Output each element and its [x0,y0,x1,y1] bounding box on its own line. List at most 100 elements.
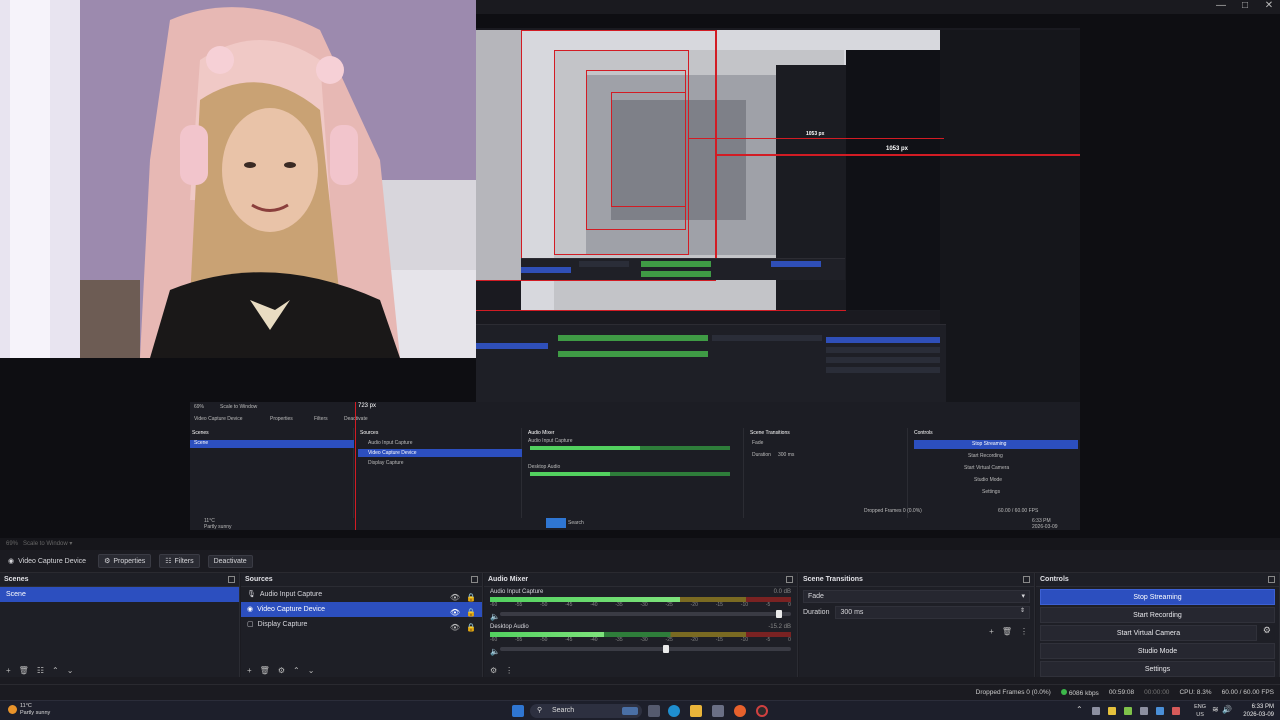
clock-date: 2026-03-09 [1243,712,1274,718]
eye-icon[interactable]: 👁 [450,620,460,635]
add-icon[interactable]: + [989,627,994,636]
tray-app-icon[interactable] [1156,707,1164,715]
mini-status: Dropped Frames 0 (0.0%) [864,508,922,514]
deactivate-label: Deactivate [213,557,247,565]
speaker-icon[interactable]: 🔊 [1222,705,1232,714]
taskbar-search[interactable]: ⚲ Search [530,704,642,718]
settings-button[interactable]: Settings [1040,661,1275,677]
task-view-icon[interactable] [648,705,660,717]
source-item[interactable]: ▢ Display Capture 👁 🔒 [241,617,482,632]
mini-source-item: Display Capture [368,460,404,466]
input-language[interactable]: ENG US [1194,703,1206,719]
trash-icon[interactable]: 🗑 [19,666,29,675]
filter-icon[interactable]: ☷ [37,666,44,675]
duration-field[interactable]: 300 ms ⇕ [835,606,1030,619]
tray-app-icon[interactable] [1108,707,1116,715]
add-icon[interactable]: + [6,666,11,675]
tray-app-icon[interactable] [1124,707,1132,715]
windows-taskbar: 11°C Partly sunny ⚲ Search ⌃ ENG US ≋ 🔊 … [0,700,1280,720]
add-icon[interactable]: + [247,666,252,675]
scenes-title: Scenes [4,576,29,583]
stop-streaming-button[interactable]: Stop Streaming [1040,589,1275,605]
monitor-icon: ▢ [247,621,254,628]
windows-start-icon[interactable] [512,705,524,717]
file-explorer-icon[interactable] [690,705,702,717]
kebab-menu-icon[interactable]: ⋮ [505,666,513,675]
scale-mode[interactable]: Scale to Window [23,541,68,547]
source-item[interactable]: 🎙 Audio Input Capture 👁 🔒 [241,587,482,602]
transition-select[interactable]: Fade ▾ [803,590,1030,603]
gear-icon[interactable]: ⚙ [278,666,285,675]
mini-filters: Filters [314,416,328,422]
stream-timer: 00:59:08 [1108,689,1135,696]
gear-icon[interactable]: ⚙ [490,666,497,675]
source-item-label: Video Capture Device [257,606,326,613]
dock-undock-icon[interactable] [1023,576,1030,583]
weather-widget[interactable]: 11°C Partly sunny [6,703,50,717]
close-icon[interactable]: ✕ [1258,0,1280,14]
stepper-icon[interactable]: ⇕ [1020,606,1025,617]
wifi-icon[interactable]: ≋ [1212,705,1219,714]
gear-icon[interactable]: ⚙ [1263,625,1271,636]
speaker-icon[interactable]: 🔈 [490,612,500,621]
speaker-icon[interactable]: 🔈 [490,647,500,656]
properties-button[interactable]: ⚙ Properties [98,554,152,568]
chevron-up-icon[interactable]: ⌃ [1076,705,1083,714]
filters-button[interactable]: ☷ Filters [159,554,200,568]
move-up-icon[interactable]: ⌃ [52,666,59,675]
tray-app-icon[interactable] [1172,707,1180,715]
dock-undock-icon[interactable] [1268,576,1275,583]
tray-app-icon[interactable] [1092,707,1100,715]
gear-icon: ⚙ [104,558,111,565]
studio-mode-button[interactable]: Studio Mode [1040,643,1275,659]
mini-mixer-title: Audio Mixer [528,430,555,436]
scenes-dock: Scenes Scene + 🗑 ☷ ⌃ ⌄ [0,573,240,677]
filter-icon: ☷ [165,558,172,565]
mini-obs-ui: 69% Scale to Window 723 px Video Capture… [190,402,1080,530]
source-item[interactable]: ◉ Video Capture Device 👁 🔒 [241,602,482,617]
mini-weather-desc: Partly sunny [204,524,232,530]
scene-item[interactable]: Scene [0,587,239,602]
volume-slider[interactable] [500,610,791,618]
trash-icon[interactable]: 🗑 [1002,627,1012,636]
mini-fit: Scale to Window [220,404,258,410]
meter-level [490,632,605,637]
deactivate-button[interactable]: Deactivate [207,554,253,568]
camera-icon: ◉ [247,606,254,613]
dock-undock-icon[interactable] [471,576,478,583]
volume-slider[interactable] [500,645,791,653]
mini-duration-value: 300 ms [778,452,795,458]
volume-knob[interactable] [776,610,783,618]
source-item-label: Audio Input Capture [259,591,323,598]
zoom-level[interactable]: 69% [6,541,18,547]
lock-icon[interactable]: 🔒 [466,620,476,635]
measure-vertical-label: 723 px [358,403,377,409]
move-up-icon[interactable]: ⌃ [293,666,300,675]
channel-name: Audio Input Capture [490,589,544,595]
mini-properties: Properties [270,416,293,422]
sources-dock: Sources 🎙 Audio Input Capture 👁 🔒 ◉ Video… [241,573,483,677]
kebab-menu-icon[interactable]: ⋮ [1020,627,1028,636]
volume-knob[interactable] [662,645,669,653]
chevron-down-icon[interactable]: ▾ [69,541,72,547]
store-icon[interactable] [712,705,724,717]
source-toolbar: ◉ Video Capture Device ⚙ Properties ☷ Fi… [0,550,1280,573]
maximize-icon[interactable]: □ [1234,0,1256,14]
dock-undock-icon[interactable] [228,576,235,583]
taskbar-clock[interactable]: 6:33 PM 2026-03-09 [1243,703,1274,719]
edge-icon[interactable] [668,705,680,717]
start-virtual-camera-button[interactable]: Start Virtual Camera [1040,625,1257,641]
dock-undock-icon[interactable] [786,576,793,583]
start-recording-button[interactable]: Start Recording [1040,607,1275,623]
move-down-icon[interactable]: ⌄ [67,666,74,675]
trash-icon[interactable]: 🗑 [260,666,270,675]
obs-icon[interactable] [756,705,768,717]
mini-control-button: Studio Mode [974,477,1003,483]
move-down-icon[interactable]: ⌄ [308,666,315,675]
firefox-icon[interactable] [734,705,746,717]
nested-obs-recursion: 1053 px 1053 px [476,30,1080,404]
mini-taskbar-search: Search [568,520,584,526]
tray-app-icon[interactable] [1140,707,1148,715]
source-item-label: Display Capture [257,621,308,628]
minimize-icon[interactable]: — [1210,0,1232,14]
